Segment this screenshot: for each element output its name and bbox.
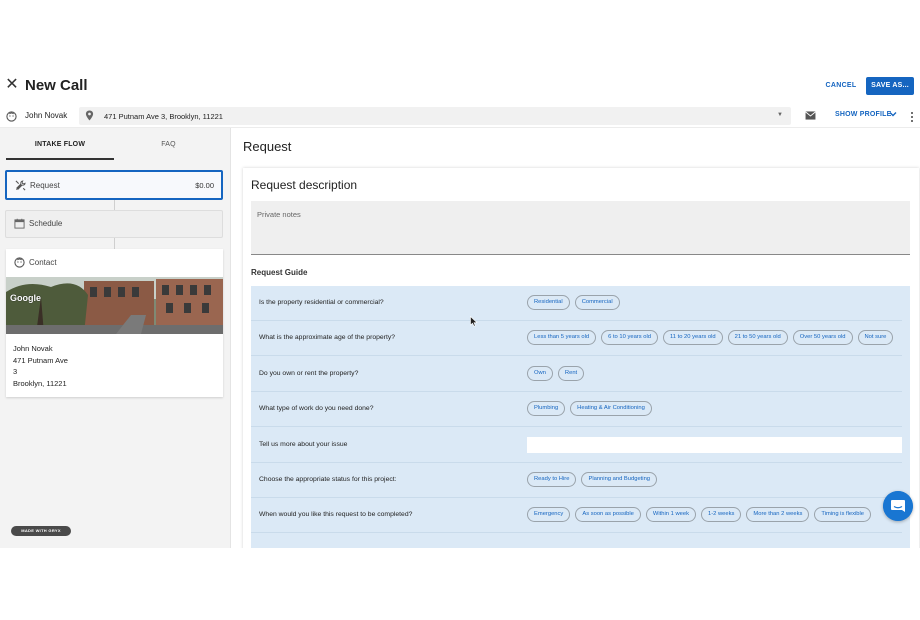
address-select[interactable]: 471 Putnam Ave 3, Brooklyn, 11221 ▼ [79, 107, 791, 125]
private-notes-placeholder: Private notes [257, 210, 301, 219]
answer-chip[interactable]: Emergency [527, 507, 571, 523]
answer-chip[interactable]: As soon as possible [575, 507, 641, 523]
step-connector [114, 238, 115, 249]
answer-chip-group: Ready to Hire Planning and Budgeting [527, 472, 658, 488]
answer-chip[interactable]: Planning and Budgeting [581, 472, 658, 487]
request-guide: Is the property residential or commercia… [251, 286, 910, 548]
answer-chip-group: Own Rent [527, 365, 585, 382]
guide-question-row: Tell us more about your issue [251, 428, 902, 463]
user-face-icon [6, 111, 17, 122]
answer-chip[interactable]: 11 to 20 years old [662, 330, 723, 346]
answer-chip[interactable]: Not sure [857, 330, 894, 346]
step-schedule[interactable]: Schedule [5, 210, 223, 238]
request-panel: Request description Private notes Reques… [243, 168, 919, 548]
answer-chip[interactable]: Ready to Hire [527, 472, 577, 487]
contact-unit: 3 [13, 367, 18, 376]
guide-question-text: Choose the appropriate status for this p… [259, 476, 397, 483]
sidebar-tabs: INTAKE FLOW FAQ [6, 128, 223, 160]
answer-chip[interactable]: Timing is flexible [814, 507, 872, 523]
private-notes-field[interactable]: Private notes [251, 201, 910, 255]
mail-icon[interactable] [805, 111, 816, 120]
caret-down-icon[interactable]: ▼ [777, 112, 783, 118]
answer-chip[interactable]: Own [527, 365, 553, 381]
request-main: Request Request description Private note… [232, 128, 920, 548]
answer-chip[interactable]: Within 1 week [645, 507, 696, 523]
active-tab-indicator [6, 158, 114, 160]
close-icon[interactable]: ✕ [3, 76, 21, 94]
answer-chip-group: Plumbing Heating & Air Conditioning [527, 401, 652, 417]
request-description-title: Request description [251, 178, 358, 192]
tab-intake-flow[interactable]: INTAKE FLOW [6, 141, 114, 148]
guide-question-row: When would you like this request to be c… [251, 498, 902, 534]
answer-chip[interactable]: Heating & Air Conditioning [570, 401, 652, 417]
step-request-label: Request [30, 181, 60, 190]
answer-chip-group: Less than 5 years old 6 to 10 years old 11… [527, 330, 894, 346]
guide-question-text: Is the property residential or commercia… [259, 299, 384, 306]
calendar-icon [14, 218, 25, 229]
answer-chip-group: Residential Commercial [527, 295, 620, 311]
show-profile-button[interactable]: SHOW PROFILE [835, 111, 891, 118]
location-pin-icon [85, 110, 94, 121]
answer-chip-group: Emergency As soon as possible Within 1 wee… [527, 507, 872, 523]
answer-chip[interactable]: More than 2 weeks [746, 507, 810, 523]
request-amount: $0.00 [195, 181, 214, 190]
answer-chip[interactable]: Plumbing [527, 401, 566, 417]
answer-chip[interactable]: 21 to 50 years old [727, 330, 788, 346]
step-schedule-label: Schedule [29, 219, 63, 228]
street-view-image[interactable] [6, 277, 223, 334]
guide-question-text: Do you own or rent the property? [259, 369, 359, 377]
more-vert-icon[interactable] [908, 111, 916, 123]
contact-street: 471 Putnam Ave [13, 355, 68, 365]
contact-city: Brooklyn, 11221 [13, 378, 67, 388]
request-guide-title: Request Guide [251, 268, 308, 277]
answer-chip[interactable]: 6 to 10 years old [601, 330, 658, 346]
contact-address-block: John Novak 471 Putnam Ave 3 Brooklyn, 11… [13, 343, 68, 389]
contact-name: John Novak [13, 344, 53, 353]
step-connector [114, 200, 115, 210]
contact-title: Contact [29, 258, 57, 267]
answer-chip[interactable]: Commercial [574, 295, 620, 310]
page-title: Request [243, 139, 292, 154]
guide-question-text: What is the approximate age of the prope… [259, 334, 396, 342]
chat-icon[interactable] [883, 491, 913, 521]
step-request[interactable]: Request $0.00 [5, 170, 223, 200]
save-as-button[interactable]: SAVE AS... [866, 77, 914, 95]
answer-chip[interactable]: Over 50 years old [792, 330, 853, 346]
guide-question-row: Choose the appropriate status for this p… [251, 463, 902, 498]
guide-question-text: What type of work do you need done? [259, 405, 374, 413]
step-contact-card[interactable]: Contact Google John Novak 471 Putnam Ave… [6, 249, 223, 397]
app-window: ✕ New Call CANCEL SAVE AS... John Novak … [0, 62, 920, 548]
user-face-icon [14, 257, 25, 268]
guide-question-row: What is the approximate age of the prope… [251, 321, 902, 357]
google-logo: Google [10, 293, 41, 303]
guide-question-row: Do you own or rent the property? Own Rent [251, 357, 902, 392]
customer-name[interactable]: John Novak [25, 111, 67, 120]
call-topbar: John Novak 471 Putnam Ave 3, Brooklyn, 1… [0, 106, 920, 128]
answer-chip[interactable]: Residential [527, 295, 570, 310]
header: ✕ New Call CANCEL SAVE AS... [0, 62, 920, 106]
guide-question-text: Tell us more about your issue [259, 440, 348, 448]
answer-chip[interactable]: 1-2 weeks [700, 507, 742, 523]
cancel-button[interactable]: CANCEL [820, 78, 862, 94]
issue-details-input[interactable] [527, 436, 902, 453]
mouse-cursor-icon [470, 316, 478, 327]
answer-chip[interactable]: Less than 5 years old [527, 330, 597, 346]
answer-chip[interactable]: Rent [557, 365, 585, 381]
chevron-down-icon[interactable] [889, 110, 897, 118]
guide-question-text: When would you like this request to be c… [259, 511, 413, 519]
address-value: 471 Putnam Ave 3, Brooklyn, 11221 [104, 112, 223, 121]
tools-icon [15, 180, 26, 191]
guide-question-row: What type of work do you need done? Plumb… [251, 392, 902, 428]
guide-question-row: Is the property residential or commercia… [251, 286, 902, 321]
intake-sidebar: INTAKE FLOW FAQ Request $0.00 Schedule C… [0, 128, 231, 548]
tab-faq[interactable]: FAQ [114, 141, 223, 148]
made-with-badge[interactable]: MADE WITH GRYX [11, 526, 71, 536]
page-header-title: New Call [25, 77, 88, 94]
